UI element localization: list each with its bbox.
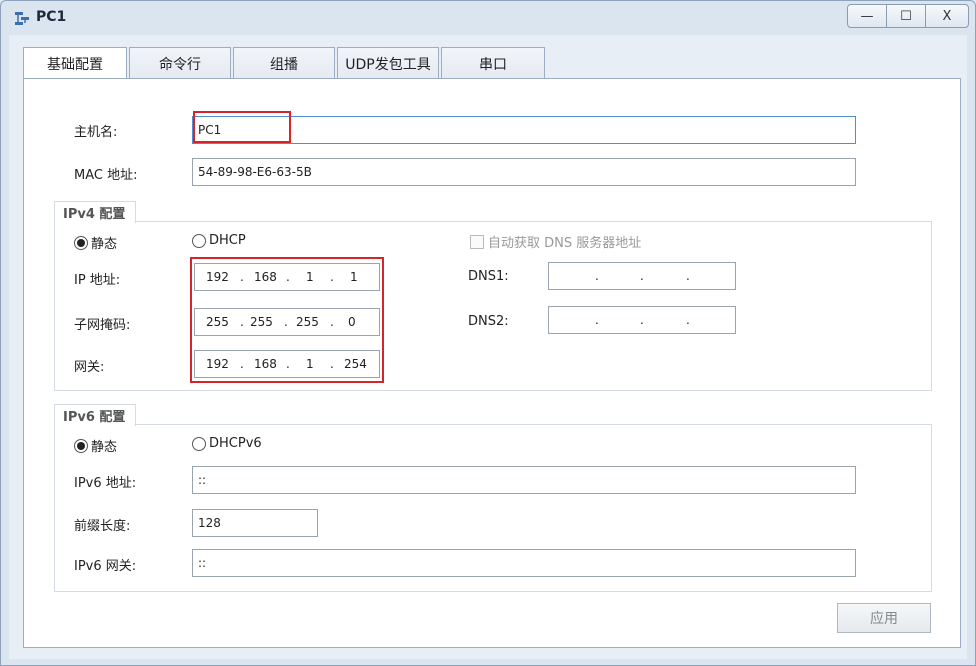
dns2-label: DNS2: bbox=[468, 314, 509, 329]
basic-config-panel: 主机名: PC1 MAC 地址: 54-89-98-E6-63-5B IPv4 … bbox=[23, 78, 961, 648]
maximize-icon: ☐ bbox=[900, 8, 912, 24]
ipv6-dhcp-radio[interactable]: DHCPv6 bbox=[192, 436, 262, 451]
tab-command-line[interactable]: 命令行 bbox=[129, 47, 231, 79]
ipv6-static-label: 静态 bbox=[91, 440, 118, 455]
prefix-length-input[interactable]: 128 bbox=[192, 509, 318, 537]
maximize-button[interactable]: ☐ bbox=[886, 4, 926, 28]
minimize-button[interactable]: — bbox=[847, 4, 887, 28]
hostname-input[interactable]: PC1 bbox=[192, 116, 856, 144]
ipv4-dhcp-label: DHCP bbox=[209, 233, 246, 248]
mac-input[interactable]: 54-89-98-E6-63-5B bbox=[192, 158, 856, 186]
close-icon: X bbox=[942, 8, 952, 24]
dns2-dot: . bbox=[640, 313, 644, 327]
ipv4-group-title: IPv4 配置 bbox=[54, 201, 137, 223]
ipv6-address-label: IPv6 地址: bbox=[74, 476, 137, 491]
dns1-input[interactable]: . . . bbox=[548, 262, 736, 290]
prefix-length-label: 前缀长度: bbox=[74, 519, 131, 534]
window-controls: — ☐ X bbox=[847, 4, 969, 28]
ipv6-dhcp-label: DHCPv6 bbox=[209, 436, 262, 451]
ipv6-gateway-input[interactable]: :: bbox=[192, 549, 856, 577]
radio-selected-icon bbox=[74, 438, 88, 453]
window-title: PC1 bbox=[36, 9, 67, 25]
ipv6-static-radio[interactable]: 静态 bbox=[74, 436, 117, 455]
dns1-dot: . bbox=[595, 269, 599, 283]
dns2-dot: . bbox=[595, 313, 599, 327]
dns2-input[interactable]: . . . bbox=[548, 306, 736, 334]
dns1-dot: . bbox=[640, 269, 644, 283]
minimize-icon: — bbox=[860, 8, 874, 24]
apply-button[interactable]: 应用 bbox=[837, 603, 931, 633]
ipv4-highlight-box bbox=[190, 257, 384, 383]
gateway-label: 网关: bbox=[74, 360, 105, 375]
tab-udp-tool[interactable]: UDP发包工具 bbox=[337, 47, 439, 79]
radio-unselected-icon bbox=[192, 436, 206, 451]
ipv4-dhcp-radio[interactable]: DHCP bbox=[192, 233, 246, 248]
auto-dns-label: 自动获取 DNS 服务器地址 bbox=[488, 236, 642, 251]
pc-app-icon bbox=[15, 12, 29, 25]
close-button[interactable]: X bbox=[925, 4, 969, 28]
dns1-label: DNS1: bbox=[468, 269, 509, 284]
tab-multicast[interactable]: 组播 bbox=[233, 47, 335, 79]
checkbox-icon bbox=[470, 234, 484, 249]
dns1-dot: . bbox=[686, 269, 690, 283]
tab-basic-config[interactable]: 基础配置 bbox=[23, 47, 127, 80]
ipv4-static-radio[interactable]: 静态 bbox=[74, 233, 117, 252]
hostname-label: 主机名: bbox=[74, 125, 118, 140]
auto-dns-checkbox[interactable]: 自动获取 DNS 服务器地址 bbox=[470, 232, 641, 251]
title-bar[interactable]: PC1 — ☐ X bbox=[1, 1, 975, 35]
mac-label: MAC 地址: bbox=[74, 168, 138, 183]
client-area: 基础配置 命令行 组播 UDP发包工具 串口 主机名: PC1 MAC 地址: … bbox=[9, 35, 967, 659]
pc-config-window: PC1 — ☐ X 基础配置 命令行 组播 UDP发包工具 串口 主机名: PC… bbox=[0, 0, 976, 666]
ip-address-label: IP 地址: bbox=[74, 273, 121, 288]
hostname-highlight-box bbox=[193, 111, 291, 143]
radio-selected-icon bbox=[74, 235, 88, 250]
dns2-dot: . bbox=[686, 313, 690, 327]
ipv6-gateway-label: IPv6 网关: bbox=[74, 559, 137, 574]
radio-unselected-icon bbox=[192, 233, 206, 248]
tab-serial[interactable]: 串口 bbox=[441, 47, 545, 79]
ipv4-static-label: 静态 bbox=[91, 237, 118, 252]
subnet-mask-label: 子网掩码: bbox=[74, 318, 131, 333]
ipv6-group-title: IPv6 配置 bbox=[54, 404, 137, 426]
ipv6-address-input[interactable]: :: bbox=[192, 466, 856, 494]
